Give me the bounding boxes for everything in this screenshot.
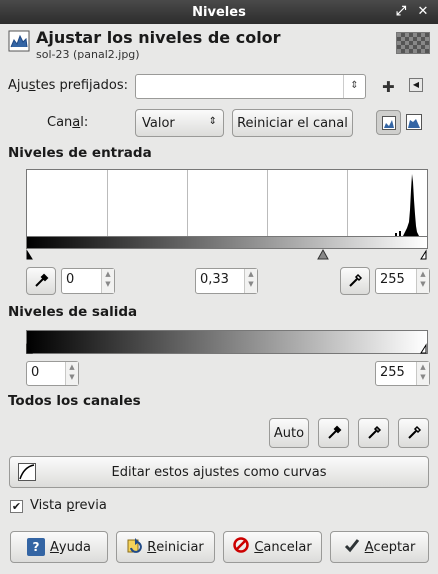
presets-label: Ajustes prefijados:	[8, 78, 128, 93]
help-button[interactable]: ? Ayuda	[10, 531, 108, 563]
input-gamma-spinner[interactable]: 0,33 ▲ ▼	[195, 268, 258, 294]
presets-combo[interactable]: ⇕	[135, 74, 366, 99]
white-point-picker-button[interactable]	[340, 267, 370, 295]
spin-arrows-icon[interactable]: ▲ ▼	[416, 362, 429, 385]
output-slider[interactable]	[26, 343, 428, 354]
edit-as-curves-button[interactable]: Editar estos ajustes como curvas	[9, 456, 429, 488]
spin-arrows-icon[interactable]: ▲ ▼	[416, 269, 429, 293]
close-icon[interactable]: ✕	[414, 3, 432, 21]
ok-button[interactable]: Aceptar	[330, 531, 429, 563]
channel-label: Canal:	[47, 115, 89, 130]
channel-combo[interactable]: Valor ⇕	[135, 109, 224, 137]
edit-as-curves-label: Editar estos ajustes como curvas	[111, 464, 327, 480]
input-gamma-value: 0,33	[200, 272, 229, 287]
eyedropper-gray-icon	[367, 425, 381, 439]
channel-value: Valor	[142, 115, 175, 131]
input-high-spinner[interactable]: 255 ▲ ▼	[375, 268, 430, 294]
reset-channel-button[interactable]: Reiniciar el canal	[232, 109, 353, 137]
window-title: Niveles	[192, 5, 246, 20]
reset-button[interactable]: Reiniciar	[116, 531, 215, 563]
input-low-spinner[interactable]: 0 ▲ ▼	[61, 268, 115, 294]
cancel-icon	[233, 537, 250, 557]
cancel-button[interactable]: Cancelar	[223, 531, 322, 563]
spin-arrows-icon[interactable]: ▲ ▼	[101, 269, 114, 293]
add-preset-icon[interactable]: ✚	[382, 78, 395, 96]
updown-arrows-icon: ⇕	[343, 75, 365, 98]
eyedropper-black-icon	[35, 273, 49, 287]
preset-menu-icon[interactable]: ◀	[409, 78, 423, 92]
maximize-icon[interactable]: ⤢	[392, 3, 410, 21]
auto-button[interactable]: Auto	[269, 418, 309, 448]
spin-arrows-icon[interactable]: ▲ ▼	[65, 362, 78, 385]
input-low-value: 0	[66, 272, 75, 287]
help-icon: ?	[26, 538, 45, 556]
input-levels-title: Niveles de entrada	[8, 145, 152, 161]
eyedropper-white-icon	[407, 425, 421, 439]
histogram-bars	[395, 174, 419, 236]
linear-histogram-icon[interactable]	[376, 110, 401, 135]
image-subtitle: sol-23 (panal2.jpg)	[36, 48, 140, 61]
log-histogram-icon[interactable]	[406, 114, 422, 134]
curves-icon	[18, 463, 36, 485]
window-titlebar: Niveles ⤢ ✕	[0, 0, 438, 24]
pick-black-point-button[interactable]	[318, 418, 349, 448]
output-low-spinner[interactable]: 0 ▲ ▼	[26, 361, 79, 386]
pick-white-point-button[interactable]	[398, 418, 429, 448]
output-high-value: 255	[380, 365, 405, 380]
all-channels-title: Todos los canales	[8, 393, 141, 409]
output-levels-title: Niveles de salida	[8, 304, 138, 320]
eyedropper-black-icon	[327, 425, 341, 439]
dialog-title: Ajustar los niveles de color	[36, 28, 281, 47]
pick-gray-point-button[interactable]	[358, 418, 389, 448]
preview-label: Vista previa	[30, 498, 107, 513]
input-high-value: 255	[380, 272, 405, 287]
image-preview-thumbnail	[396, 32, 430, 54]
reset-icon	[127, 537, 143, 557]
updown-arrows-icon: ⇕	[208, 116, 217, 127]
preview-checkbox[interactable]: ✔	[10, 500, 23, 513]
histogram[interactable]	[26, 169, 428, 237]
output-low-value: 0	[31, 365, 40, 380]
input-slider[interactable]	[26, 248, 428, 260]
black-point-picker-button[interactable]	[26, 267, 56, 295]
output-high-spinner[interactable]: 255 ▲ ▼	[375, 361, 430, 386]
levels-icon	[8, 30, 30, 52]
spin-arrows-icon[interactable]: ▲ ▼	[244, 269, 257, 293]
input-gradient-bar	[26, 237, 428, 249]
check-icon	[344, 537, 360, 557]
eyedropper-white-icon	[349, 273, 363, 287]
